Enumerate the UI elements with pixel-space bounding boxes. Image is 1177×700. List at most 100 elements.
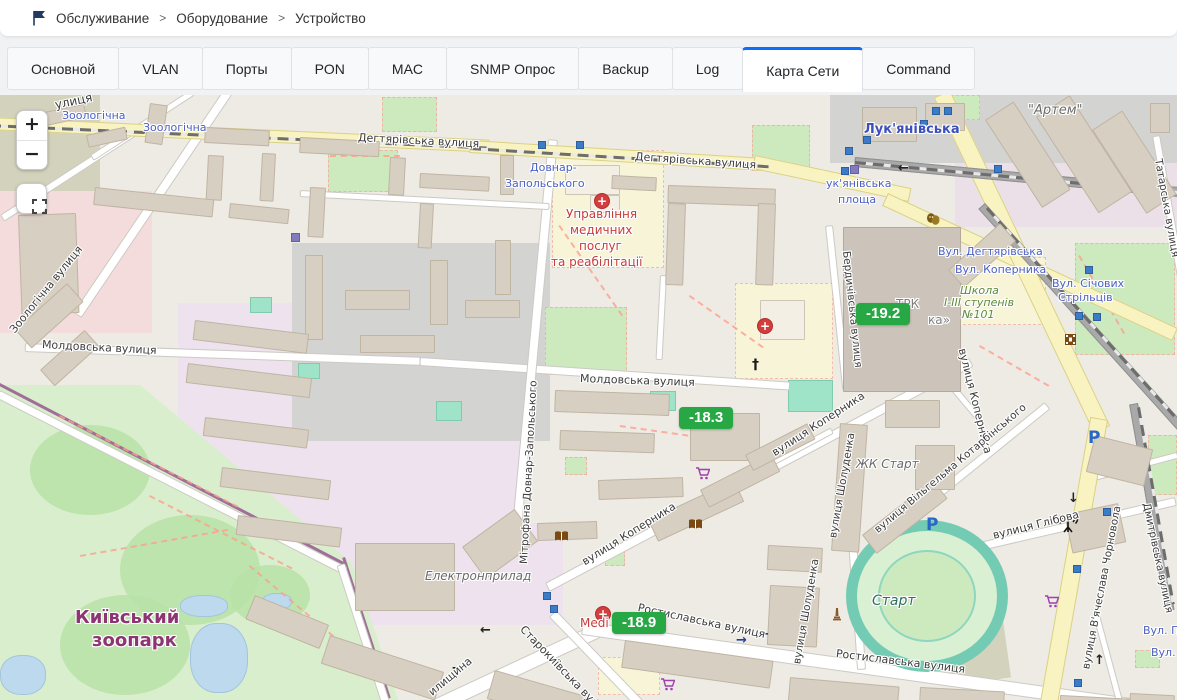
arrow-left-icon: ←	[898, 161, 909, 176]
zoom-out-button[interactable]: −	[17, 140, 47, 169]
map-building	[388, 157, 406, 196]
signal-badge[interactable]: -18.3	[679, 407, 733, 429]
arrow-down-icon: ↓	[1068, 491, 1079, 506]
parking-icon: P	[1088, 428, 1100, 448]
map-label: площа	[838, 193, 876, 206]
zoom-in-button[interactable]: +	[17, 111, 47, 140]
map-building	[755, 203, 776, 286]
map-building	[500, 155, 514, 195]
hospital-cross-icon: +	[595, 606, 611, 622]
transit-stop-icon	[550, 605, 558, 613]
breadcrumb: Обслуживание > Оборудование > Устройство	[0, 0, 1177, 37]
breadcrumb-item-device[interactable]: Устройство	[295, 11, 366, 26]
map-building	[430, 260, 448, 325]
map-road	[656, 275, 667, 360]
arrow-left-blue-icon: ←	[758, 627, 769, 642]
map-building	[144, 103, 167, 145]
breadcrumb-item-service[interactable]: Обслуживание	[56, 11, 149, 26]
parking-icon: P	[926, 515, 938, 535]
map-building	[495, 240, 511, 295]
tab-main[interactable]: Основной	[7, 47, 119, 90]
map-area-park	[565, 457, 587, 475]
map-building	[1150, 103, 1170, 133]
map-building	[788, 677, 900, 700]
map-building	[554, 390, 670, 416]
tab-vlan[interactable]: VLAN	[118, 47, 203, 90]
arrow-right-blue-icon: →	[736, 633, 747, 648]
breadcrumb-separator: >	[278, 11, 285, 25]
map-building	[259, 153, 275, 202]
map-area-park	[545, 307, 627, 375]
transit-stop-icon	[994, 165, 1002, 173]
tab-network-map[interactable]: Карта Сети	[742, 47, 863, 92]
map-building	[40, 330, 99, 386]
transit-stop-icon	[538, 141, 546, 149]
transit-stop-icon	[1085, 266, 1093, 274]
transit-stop-icon	[920, 120, 928, 128]
transit-stop-icon	[863, 136, 871, 144]
fullscreen-button[interactable]	[16, 183, 47, 214]
transit-stop-icon	[1075, 312, 1083, 320]
map-pond	[190, 623, 248, 693]
map-area-park	[1135, 650, 1160, 668]
breadcrumb-separator: >	[159, 11, 166, 25]
map-area-park	[382, 97, 437, 132]
map-building	[204, 127, 270, 146]
map-building	[487, 670, 606, 700]
transit-stop-icon	[841, 167, 849, 175]
signal-badge[interactable]: -18.9	[612, 612, 666, 634]
transit-stop-icon	[1074, 679, 1082, 687]
church-cross-icon: †	[752, 357, 759, 373]
flag-icon	[32, 10, 47, 26]
map-building	[611, 175, 657, 191]
map-building	[299, 137, 380, 157]
map-stadium-field	[878, 550, 976, 642]
tab-pon[interactable]: PON	[291, 47, 369, 90]
map-zoom-control: + −	[16, 110, 48, 170]
map-building	[307, 187, 326, 238]
transit-stop-icon	[576, 141, 584, 149]
map-building	[206, 155, 224, 201]
tab-log[interactable]: Log	[672, 47, 743, 90]
map-area-pitch	[250, 297, 272, 313]
map-building	[665, 203, 686, 286]
map-building	[767, 585, 820, 648]
tab-backup[interactable]: Backup	[578, 47, 673, 90]
map-building	[418, 203, 434, 249]
map-building	[885, 400, 940, 428]
device-tabs: Основной VLAN Порты PON MAC SNMP Опрос B…	[8, 47, 975, 92]
map-building	[465, 300, 520, 318]
map-label: Вул. По	[1143, 624, 1177, 637]
map-pond	[180, 595, 228, 617]
map-building	[559, 430, 655, 453]
transit-stop-icon	[543, 592, 551, 600]
transit-stop-icon	[1103, 508, 1111, 516]
map-path	[979, 345, 1049, 387]
map-building	[355, 543, 455, 611]
transit-stop-icon	[1073, 565, 1081, 573]
tab-mac[interactable]: MAC	[368, 47, 447, 90]
map-building	[345, 290, 410, 310]
tab-snmp[interactable]: SNMP Опрос	[446, 47, 579, 90]
map-building	[1128, 693, 1175, 700]
metro-entrance-icon	[291, 233, 300, 242]
map-area-pitch	[788, 380, 833, 412]
tab-command[interactable]: Command	[862, 47, 975, 90]
map-building	[360, 335, 435, 353]
arrow-left-icon: ←	[480, 623, 491, 638]
map-pond	[0, 655, 46, 695]
tab-ports[interactable]: Порты	[202, 47, 292, 90]
network-map[interactable]: улицяЗоологічнаЗоологічнаДегтярівська ву…	[0, 95, 1177, 700]
transit-stop-icon	[845, 147, 853, 155]
metro-entrance-icon	[850, 165, 859, 174]
map-building	[305, 255, 323, 340]
arrow-right-icon: →	[452, 661, 463, 676]
map-building	[419, 173, 490, 192]
hospital-cross-icon: +	[594, 193, 610, 209]
breadcrumb-item-equipment[interactable]: Оборудование	[176, 11, 268, 26]
arrow-up-icon: ↑	[1094, 653, 1105, 668]
transit-stop-icon	[932, 107, 940, 115]
signal-badge[interactable]: -19.2	[856, 303, 910, 325]
hospital-cross-icon: +	[757, 318, 773, 334]
map-building	[767, 545, 823, 573]
